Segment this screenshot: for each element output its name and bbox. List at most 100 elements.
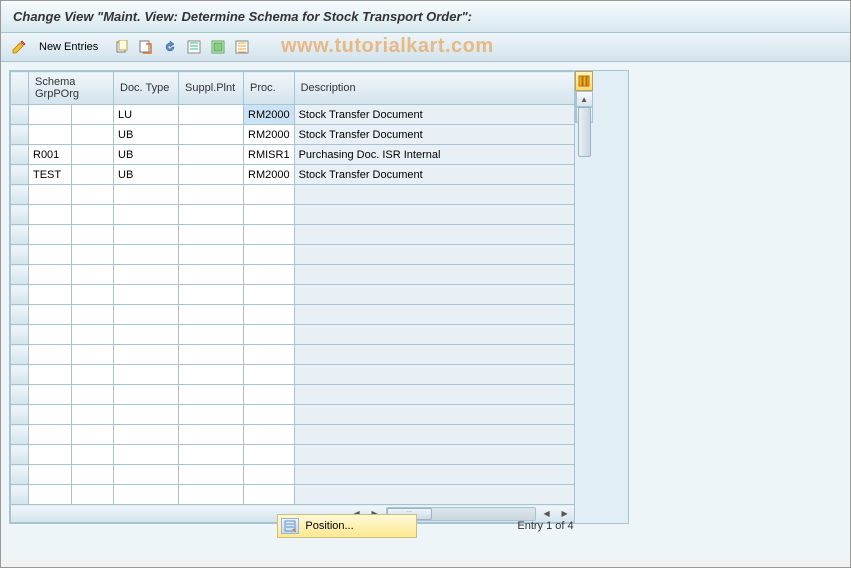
porg-cell[interactable] [71,265,114,285]
proc-cell[interactable] [244,425,295,445]
schema-grp-cell[interactable] [29,425,72,445]
proc-cell[interactable] [244,405,295,425]
suppl-plnt-cell[interactable] [179,285,244,305]
row-selector[interactable] [11,325,29,345]
empty-row[interactable] [11,225,575,245]
row-selector[interactable] [11,245,29,265]
empty-row[interactable] [11,245,575,265]
empty-row[interactable] [11,345,575,365]
empty-row[interactable] [11,405,575,425]
schema-grp-cell[interactable] [29,305,72,325]
proc-header[interactable]: Proc. [244,72,295,105]
row-selector[interactable] [11,285,29,305]
new-entries-button[interactable]: New Entries [33,39,104,55]
suppl-plnt-cell[interactable] [179,425,244,445]
select-column-header[interactable] [11,72,29,105]
doc-type-cell[interactable] [114,245,179,265]
schema-grp-cell[interactable] [29,225,72,245]
row-selector[interactable] [11,425,29,445]
schema-grp-cell[interactable] [29,445,72,465]
suppl-plnt-cell[interactable] [179,105,244,125]
row-selector[interactable] [11,345,29,365]
schema-grp-cell[interactable]: TEST [29,165,72,185]
schema-grp-cell[interactable] [29,325,72,345]
doc-type-cell[interactable]: UB [114,125,179,145]
proc-cell[interactable] [244,465,295,485]
vertical-scroll-thumb[interactable] [578,107,591,157]
copy-icon[interactable] [112,37,132,57]
doc-type-cell[interactable]: UB [114,165,179,185]
doc-type-cell[interactable] [114,205,179,225]
schema-grp-cell[interactable] [29,405,72,425]
suppl-plnt-cell[interactable] [179,385,244,405]
porg-cell[interactable] [71,405,114,425]
proc-cell[interactable] [244,185,295,205]
vertical-scrollbar[interactable]: ▲ ▼ [575,91,593,123]
empty-row[interactable] [11,365,575,385]
suppl-plnt-cell[interactable] [179,205,244,225]
edit-icon[interactable] [9,37,29,57]
row-selector[interactable] [11,485,29,505]
empty-row[interactable] [11,445,575,465]
doc-type-cell[interactable] [114,225,179,245]
porg-cell[interactable] [71,205,114,225]
schema-grp-cell[interactable] [29,365,72,385]
table-row[interactable]: UBRM2000Stock Transfer Document [11,125,575,145]
suppl-plnt-cell[interactable] [179,125,244,145]
porg-cell[interactable] [71,485,114,505]
copy-as-icon[interactable] [136,37,156,57]
doc-type-cell[interactable] [114,185,179,205]
row-selector[interactable] [11,145,29,165]
empty-row[interactable] [11,205,575,225]
select-all-icon[interactable] [208,37,228,57]
proc-cell[interactable] [244,305,295,325]
porg-cell[interactable] [71,105,114,125]
doc-type-cell[interactable]: UB [114,145,179,165]
schema-grp-cell[interactable] [29,265,72,285]
schema-grp-cell[interactable] [29,105,72,125]
doc-type-cell[interactable] [114,265,179,285]
suppl-plnt-header[interactable]: Suppl.Plnt [179,72,244,105]
row-selector[interactable] [11,385,29,405]
schema-grp-cell[interactable] [29,465,72,485]
doc-type-header[interactable]: Doc. Type [114,72,179,105]
porg-cell[interactable] [71,285,114,305]
suppl-plnt-cell[interactable] [179,225,244,245]
doc-type-cell[interactable] [114,465,179,485]
doc-type-cell[interactable] [114,405,179,425]
porg-cell[interactable] [71,185,114,205]
row-selector[interactable] [11,205,29,225]
proc-cell[interactable] [244,365,295,385]
doc-type-cell[interactable] [114,485,179,505]
doc-type-cell[interactable] [114,345,179,365]
empty-row[interactable] [11,425,575,445]
row-selector[interactable] [11,405,29,425]
proc-cell[interactable] [244,325,295,345]
row-selector[interactable] [11,185,29,205]
proc-cell[interactable]: RM2000 [244,105,295,125]
undo-icon[interactable] [160,37,180,57]
porg-cell[interactable] [71,365,114,385]
proc-cell[interactable]: RM2000 [244,165,295,185]
doc-type-cell[interactable] [114,445,179,465]
porg-cell[interactable] [71,425,114,445]
table-row[interactable]: LURM2000Stock Transfer Document [11,105,575,125]
deselect-all-icon[interactable] [232,37,252,57]
porg-cell[interactable] [71,305,114,325]
schema-grp-cell[interactable] [29,485,72,505]
suppl-plnt-cell[interactable] [179,245,244,265]
row-selector[interactable] [11,165,29,185]
proc-cell[interactable]: RM2000 [244,125,295,145]
suppl-plnt-cell[interactable] [179,265,244,285]
schema-grp-cell[interactable] [29,245,72,265]
doc-type-cell[interactable] [114,325,179,345]
row-selector[interactable] [11,265,29,285]
empty-row[interactable] [11,385,575,405]
row-selector[interactable] [11,465,29,485]
delimit-icon[interactable] [184,37,204,57]
suppl-plnt-cell[interactable] [179,405,244,425]
empty-row[interactable] [11,325,575,345]
suppl-plnt-cell[interactable] [179,145,244,165]
suppl-plnt-cell[interactable] [179,485,244,505]
empty-row[interactable] [11,265,575,285]
